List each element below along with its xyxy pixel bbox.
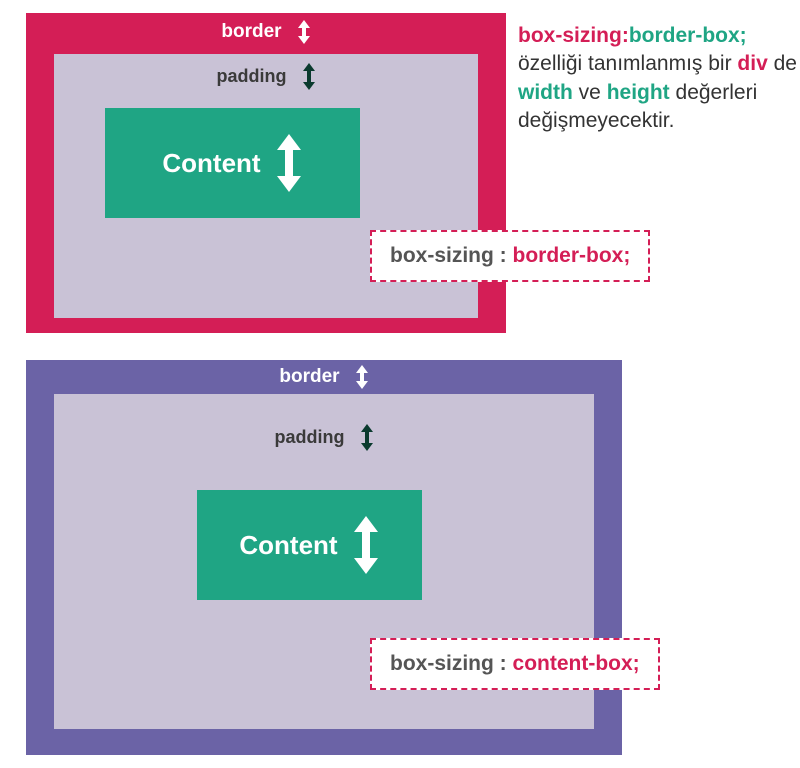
updown-arrow-icon: [275, 134, 303, 192]
explain-width: width: [518, 81, 573, 104]
explain-prop: box-sizing:: [518, 24, 629, 47]
diagram2-padding-label: padding: [275, 427, 345, 448]
diagram1-padding-label-row: padding: [54, 63, 478, 90]
explain-height: height: [607, 81, 670, 104]
diagram2-badge: box-sizing : content-box;: [370, 638, 660, 690]
explain-t2: de: [768, 52, 797, 75]
explain-t1: özelliği tanımlanmış bir: [518, 52, 737, 75]
diagram2-content-layer: Content: [197, 490, 422, 600]
explain-div: div: [737, 52, 767, 75]
updown-arrow-icon: [360, 424, 374, 451]
diagram1-content-label: Content: [162, 148, 260, 179]
explain-val: border-box;: [629, 24, 747, 47]
diagram1-border-label: border: [221, 21, 281, 43]
diagram1-badge: box-sizing : border-box;: [370, 230, 650, 282]
updown-arrow-icon: [355, 365, 369, 389]
diagram2-border-label: border: [279, 366, 339, 388]
diagram2-padding-label-row: padding: [54, 424, 594, 451]
diagram1-border-label-row: border: [26, 20, 506, 44]
explanation-text: box-sizing:border-box; özelliği tanımlan…: [518, 22, 798, 135]
explain-t3: ve: [573, 81, 607, 104]
diagram2-content-label: Content: [239, 530, 337, 561]
diagram1-badge-value: border-box;: [513, 244, 631, 267]
diagram2-badge-property: box-sizing :: [390, 652, 507, 675]
diagram1-content-layer: Content: [105, 108, 360, 218]
diagram2-border-label-row: border: [26, 365, 622, 389]
diagram1-padding-label: padding: [217, 66, 287, 87]
diagram1-badge-property: box-sizing :: [390, 244, 507, 267]
updown-arrow-icon: [352, 516, 380, 574]
updown-arrow-icon: [297, 20, 311, 44]
updown-arrow-icon: [302, 63, 316, 90]
diagram2-badge-value: content-box;: [513, 652, 640, 675]
